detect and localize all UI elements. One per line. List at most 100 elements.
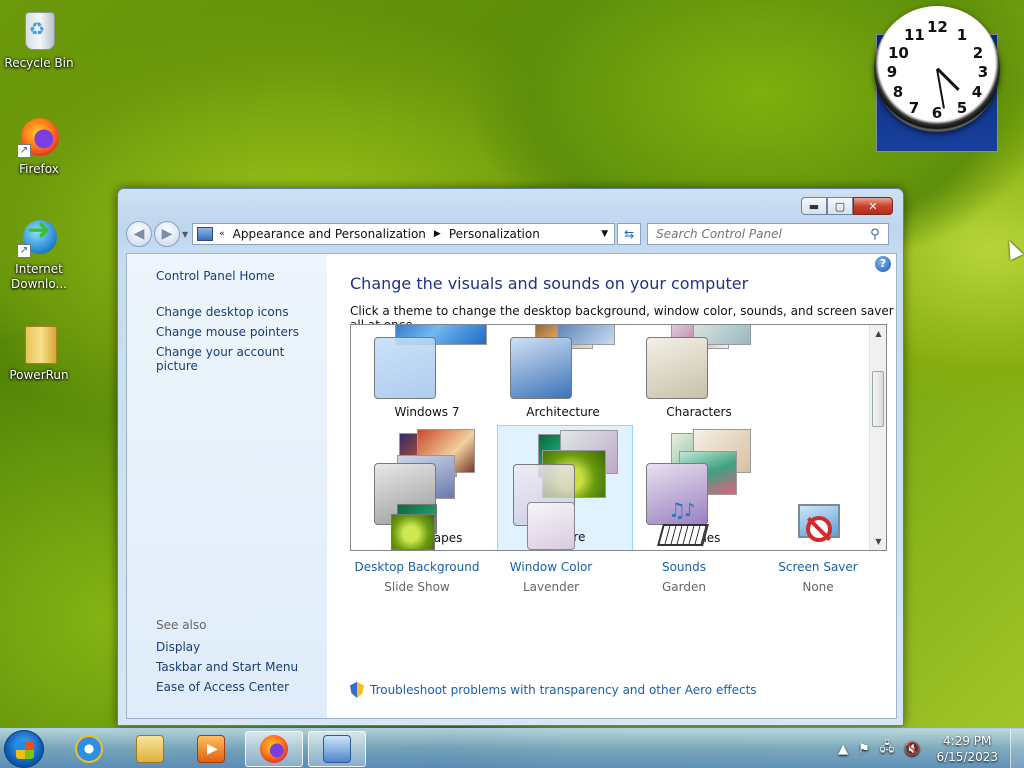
internet-explorer-icon [75,735,103,763]
personalization-window: ▬ ▢ ✕ ◀ ▶ ▼ « Appearance and Personaliza… [117,188,904,726]
show-hidden-icons-icon[interactable]: ▲ [838,742,848,757]
see-also-section: See also Display Taskbar and Start Menu … [156,618,298,700]
desktop-icon-label: Recycle Bin [4,56,74,70]
screen-saver-label[interactable]: Screen Saver [753,560,883,574]
address-dropdown-icon[interactable]: ▼ [601,229,608,239]
taskbar-start-menu-link[interactable]: Taskbar and Start Menu [156,660,298,674]
refresh-icon: ⇆ [624,227,635,241]
folder-icon [17,320,61,364]
desktop-icon-firefox[interactable]: ↗ Firefox [1,114,77,177]
maximize-button[interactable]: ▢ [827,197,853,215]
taskbar-clock[interactable]: 4:29 PM 6/15/2023 [936,733,998,765]
show-desktop-button[interactable] [1010,729,1024,768]
desktop-icon-recycle-bin[interactable]: Recycle Bin [1,8,77,71]
clock-numeral: 10 [888,44,909,62]
screen-saver-setting[interactable]: Screen Saver None [753,502,883,594]
clock-numeral: 11 [904,26,925,44]
sounds-icon: ♫ ♪ [654,498,714,552]
scroll-up-icon[interactable]: ▲ [870,325,886,342]
search-input[interactable] [656,227,871,241]
window-color-label[interactable]: Window Color [486,560,616,574]
sounds-setting[interactable]: ♫ ♪ Sounds Garden [619,498,749,594]
help-icon[interactable]: ? [875,256,891,272]
troubleshoot-label[interactable]: Troubleshoot problems with transparency … [370,683,757,697]
clock-numeral: 2 [972,44,984,62]
task-links: Change desktop icons Change mouse pointe… [156,305,327,379]
taskbar-internet-explorer[interactable] [60,731,118,767]
theme-window-color-swatch [646,337,708,399]
display-link[interactable]: Display [156,640,298,654]
system-tray: ▲ ⚑ 🖧 🔇 4:29 PM 6/15/2023 [838,729,1024,768]
network-icon[interactable]: 🖧 [880,738,895,760]
window-controls: ▬ ▢ ✕ [801,197,893,215]
sounds-label[interactable]: Sounds [619,560,749,574]
scroll-thumb[interactable] [872,371,884,427]
control-panel-home-link[interactable]: Control Panel Home [156,269,275,283]
clock-numeral: 8 [892,83,904,101]
theme-label: Windows 7 [394,405,460,419]
recycle-bin-icon [17,8,61,52]
control-panel-icon [323,735,351,763]
shortcut-arrow-icon: ↗ [17,144,31,158]
window-color-icon [521,502,581,552]
change-mouse-pointers-link[interactable]: Change mouse pointers [156,325,327,339]
taskbar-control-panel[interactable] [308,731,366,767]
desktop-icon-label: Internet Downlo... [11,262,67,291]
address-bar[interactable]: « Appearance and Personalization ▶ Perso… [192,223,616,245]
taskbar: ▶ ▲ ⚑ 🖧 🔇 4:29 PM 6/15/2023 [0,728,1024,768]
ease-of-access-link[interactable]: Ease of Access Center [156,680,298,694]
theme-windows-7[interactable]: Windows 7 [359,325,495,425]
breadcrumb-overflow-icon[interactable]: « [219,229,225,239]
taskbar-date: 6/15/2023 [936,750,998,764]
desktop-background-value: Slide Show [384,580,450,594]
desktop-background-label[interactable]: Desktop Background [352,560,482,574]
theme-architecture[interactable]: Architecture [495,325,631,425]
screen-saver-icon [788,502,848,552]
theme-label: Architecture [526,405,600,419]
volume-muted-icon[interactable]: 🔇 [904,742,920,757]
back-button[interactable]: ◀ [126,221,152,247]
desktop-icon-internet-download-manager[interactable]: ↗ Internet Downlo... [1,214,77,292]
taskbar-firefox[interactable] [245,731,303,767]
see-also-title: See also [156,618,207,632]
recent-pages-dropdown[interactable]: ▼ [182,230,188,239]
change-account-picture-link[interactable]: Change your account picture [156,345,327,373]
breadcrumb-appearance[interactable]: Appearance and Personalization [233,227,426,241]
folder-icon [136,735,164,763]
forward-button[interactable]: ▶ [154,221,180,247]
window-color-value: Lavender [522,580,580,594]
download-manager-icon: ↗ [17,214,61,258]
forward-arrow-icon: ▶ [161,226,173,242]
search-box[interactable]: ⚲ [647,223,890,245]
action-center-flag-icon[interactable]: ⚑ [858,742,870,757]
maximize-icon: ▢ [834,199,846,213]
refresh-button[interactable]: ⇆ [617,223,642,245]
start-button[interactable] [4,730,44,768]
change-desktop-icons-link[interactable]: Change desktop icons [156,305,327,319]
window-color-setting[interactable]: Window Color Lavender [486,502,616,594]
security-shield-icon [350,682,364,698]
taskbar-media-player[interactable]: ▶ [182,731,240,767]
breadcrumb-personalization[interactable]: Personalization [449,227,540,241]
minimize-icon: ▬ [808,199,820,213]
taskbar-time: 4:29 PM [943,734,992,748]
close-icon: ✕ [868,199,878,213]
control-panel-icon [197,227,214,241]
clock-numeral: 7 [908,99,920,117]
desktop-background-setting[interactable]: Desktop Background Slide Show [352,502,482,594]
desktop-icon-powerrun[interactable]: PowerRun [1,320,77,383]
clock-numeral: 12 [927,18,948,36]
theme-window-color-swatch [510,337,572,399]
desktop-icon-label: PowerRun [9,368,69,382]
breadcrumb-separator-icon[interactable]: ▶ [434,229,441,239]
troubleshoot-link[interactable]: Troubleshoot problems with transparency … [350,682,757,698]
minimize-button[interactable]: ▬ [801,197,827,215]
taskbar-windows-explorer[interactable] [121,731,179,767]
search-icon[interactable]: ⚲ [870,227,888,242]
close-button[interactable]: ✕ [853,197,893,215]
firefox-icon [260,735,288,763]
analog-clock-face: 12 1 2 3 4 5 6 7 8 9 10 11 [874,6,1000,132]
theme-characters[interactable]: Characters [631,325,767,425]
clock-gadget[interactable]: 12 1 2 3 4 5 6 7 8 9 10 11 [874,6,1000,154]
clock-numeral: 9 [886,63,898,81]
